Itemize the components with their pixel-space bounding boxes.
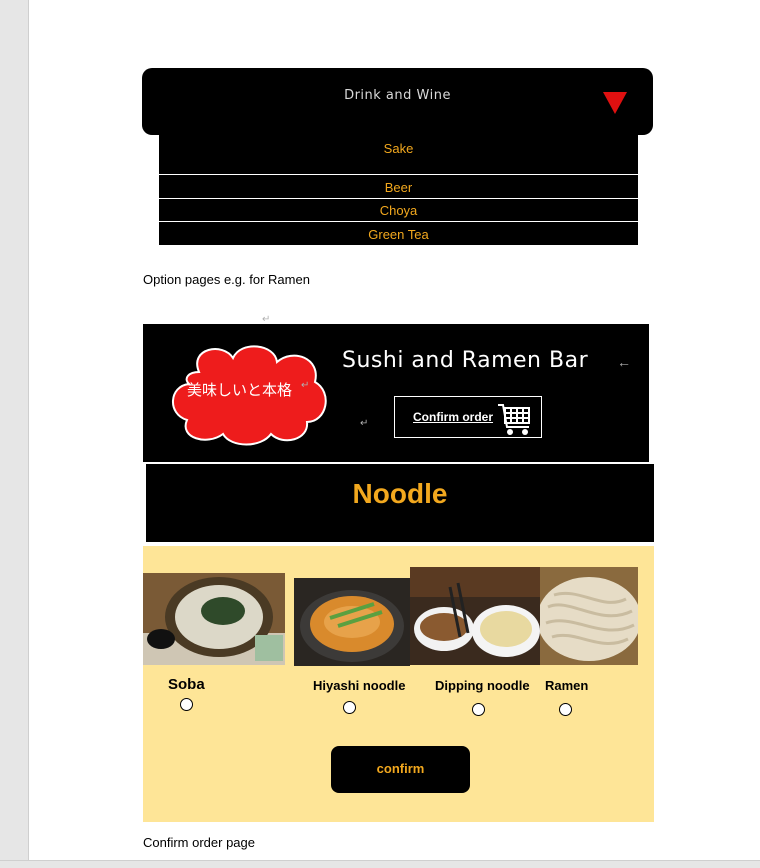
paragraph-mark-icon: ↵ <box>301 380 310 391</box>
option-label-soba: Soba <box>168 676 205 693</box>
dipping-noodle-photo[interactable] <box>410 567 540 665</box>
hiyashi-noodle-photo[interactable] <box>294 578 410 666</box>
caption-option-pages: Option pages e.g. for Ramen <box>143 272 310 287</box>
dropdown-item-choya[interactable]: Choya <box>159 203 638 218</box>
soba-photo[interactable] <box>143 573 285 665</box>
drink-dropdown-header[interactable]: Drink and Wine <box>142 68 653 135</box>
confirm-order-button[interactable]: Confirm order <box>394 396 542 438</box>
divider <box>159 198 638 199</box>
dropdown-item-beer[interactable]: Beer <box>159 180 638 195</box>
shopping-cart-icon <box>498 404 530 435</box>
cloud-slogan: 美味しいと本格 <box>187 381 293 399</box>
drink-dropdown-list: Sake Beer Choya Green Tea <box>159 135 638 245</box>
editor-margin <box>0 0 29 867</box>
divider <box>159 174 638 175</box>
brand-title: Sushi and Ramen Bar <box>342 348 589 373</box>
radio-soba[interactable] <box>180 698 193 711</box>
noodle-options-panel: Soba Hiyashi noodle Dipping noodle Ramen… <box>143 546 654 822</box>
confirm-button-label: confirm <box>376 761 425 776</box>
dropdown-title: Drink and Wine <box>344 88 451 103</box>
dropdown-item-sake[interactable]: Sake <box>159 141 638 156</box>
option-label-hiyashi-noodle: Hiyashi noodle <box>313 678 406 693</box>
divider <box>159 221 638 222</box>
paragraph-mark-icon: ↵ <box>360 418 369 429</box>
category-header: Noodle <box>146 464 654 542</box>
dropdown-arrow-icon[interactable] <box>603 92 627 114</box>
confirm-order-label: Confirm order <box>413 410 494 424</box>
radio-hiyashi-noodle[interactable] <box>343 701 356 714</box>
option-label-ramen: Ramen <box>545 678 589 693</box>
caption-confirm-order-page: Confirm order page <box>143 835 255 850</box>
paragraph-mark-icon: ← <box>617 354 631 370</box>
radio-dipping-noodle[interactable] <box>472 703 485 716</box>
dropdown-item-green-tea[interactable]: Green Tea <box>159 227 638 242</box>
category-title: Noodle <box>352 478 448 509</box>
ramen-photo[interactable] <box>540 567 638 665</box>
site-header-banner: 美味しいと本格 ↵ Sushi and Ramen Bar ← ↵ Confir… <box>143 324 649 462</box>
confirm-button[interactable]: confirm <box>331 746 470 793</box>
radio-ramen[interactable] <box>559 703 572 716</box>
option-label-dipping-noodle: Dipping noodle <box>435 678 530 693</box>
